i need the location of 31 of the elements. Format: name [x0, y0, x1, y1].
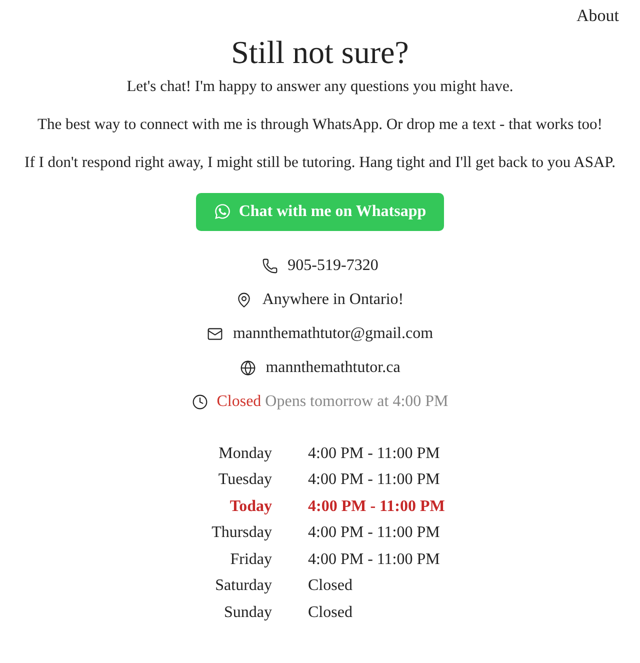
envelope-icon: [206, 326, 223, 342]
hours-text: 4:00 PM - 11:00 PM: [308, 444, 441, 464]
status-detail: Opens tomorrow at 4:00 PM: [265, 392, 448, 412]
contact-text: Anywhere in Ontario!: [262, 290, 404, 310]
day-label: Thursday: [210, 523, 272, 543]
contact-text: mannthemathtutor.ca: [266, 358, 400, 378]
hours-text: 4:00 PM - 11:00 PM: [308, 523, 441, 543]
day-label: Tuesday: [217, 470, 272, 490]
day-label: Saturday: [214, 576, 272, 596]
intro-paragraph: The best way to connect with me is through WhatsApp. Or drop me a text - that works too!: [38, 114, 602, 134]
hours-text: 4:00 PM - 11:00 PM: [308, 550, 441, 570]
clock-icon: [192, 394, 208, 410]
day-label: Sunday: [223, 602, 272, 622]
intro-paragraph: If I don't respond right away, I might still be tutoring. Hang tight and I'll get back to you ASAP.: [24, 152, 616, 172]
status-closed: Closed: [216, 392, 262, 412]
hours-text: Closed: [308, 576, 354, 596]
phone-icon: [262, 258, 278, 274]
map-pin-icon: [236, 292, 252, 308]
day-label: Monday: [218, 444, 272, 464]
hours-text: Closed: [308, 602, 354, 622]
hours-text: 4:00 PM - 11:00 PM: [308, 470, 441, 490]
globe-icon: [240, 360, 256, 376]
contact-text: mannthemathtutor@gmail.com: [232, 324, 434, 344]
whatsapp-icon: [214, 203, 231, 220]
day-label: Today: [228, 496, 272, 516]
contact-text: 905-519-7320: [288, 256, 378, 276]
page-title: Still not sure?: [231, 32, 409, 72]
hours-text: 4:00 PM - 11:00 PM: [308, 496, 446, 516]
intro-paragraph: Let's chat! I'm happy to answer any questions you might have.: [126, 76, 514, 96]
about-link[interactable]: About: [576, 3, 619, 28]
day-label: Friday: [229, 550, 272, 570]
